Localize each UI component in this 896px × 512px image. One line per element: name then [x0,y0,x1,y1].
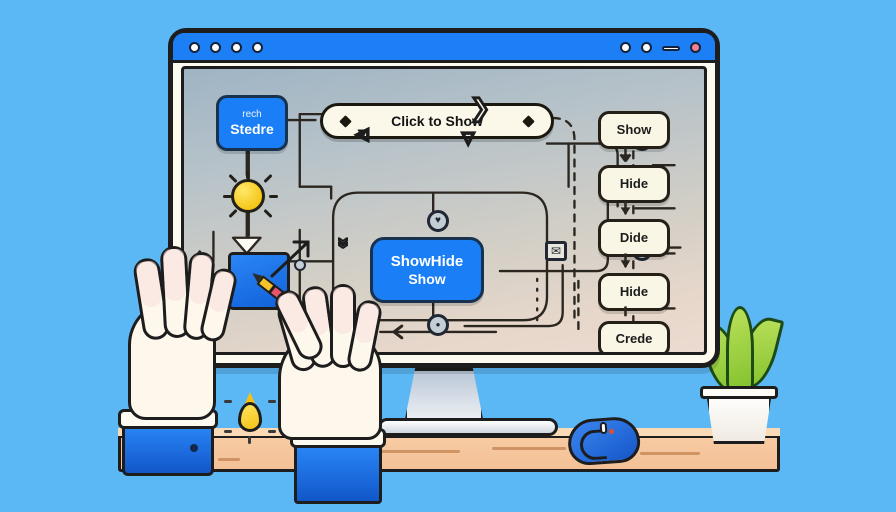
bulb-ray [223,195,232,198]
banner-right-diamond [522,114,535,128]
node-stedre-label: Stedre [230,120,274,137]
mouse-led [609,429,614,434]
desk-grain [218,458,240,461]
left-cuff-button [190,444,198,452]
window-maximize-dot[interactable] [641,42,652,53]
node-showhide-label: ShowHide [390,253,464,271]
droplet-spark [224,400,232,403]
left-hand-cuff [122,424,214,476]
window-close-dot[interactable] [690,42,701,53]
lightbulb-icon [231,179,265,213]
desk-grain [492,447,566,450]
window-control-dot[interactable] [252,42,263,53]
chevron-icon: ❯ [469,95,491,122]
node-showhide-sub: Show [408,270,446,287]
window-dash-control[interactable] [662,46,680,51]
window-titlebar [173,33,715,63]
monitor-screen: rech Stedre Click to Show ShowHide Show [181,66,707,355]
bulb-ray [269,195,278,198]
dot-marker[interactable]: ● [427,314,449,336]
desk-grain [640,452,700,455]
bulb-ray [246,170,249,179]
node-showhide[interactable]: ShowHide Show [370,237,484,303]
heart-icon: ♥ [435,215,441,226]
monitor-neck [404,368,484,424]
node-show[interactable]: Show [598,111,670,149]
node-hide-1[interactable]: Hide [598,165,670,203]
right-hand-cuff [294,444,382,504]
triangle-down-icon: ▽ [461,130,475,148]
mouse-scroll-wheel[interactable] [599,421,608,435]
scene: rech Stedre Click to Show ShowHide Show [0,0,896,512]
envelope-marker[interactable]: ✉ [545,241,567,261]
plant-pot-rim [700,386,778,399]
droplet-spark [248,436,251,444]
yellow-droplet [238,402,262,432]
chevron-icon: » [332,236,356,249]
node-hide-1-label: Hide [619,175,649,191]
plant-leaf [726,306,754,392]
window-minimize-dot[interactable] [620,42,631,53]
droplet-spark [268,430,276,433]
plant-pot [706,392,772,444]
envelope-icon: ✉ [550,244,562,258]
dot-icon: ● [435,320,441,329]
node-hide-2[interactable]: Hide [598,273,670,311]
banner-left-diamond [339,114,352,128]
node-crede-label: Crede [615,330,653,346]
node-hide-2-label: Hide [619,283,649,299]
card-arrow-icon [270,240,310,278]
node-crede[interactable]: Crede [598,321,670,352]
node-stedre-sub: rech [242,109,262,121]
heart-marker[interactable]: ♥ [427,210,449,232]
triangle-left-icon: ◁ [355,126,369,144]
node-stedre[interactable]: rech Stedre [216,95,288,151]
window-control-dot[interactable] [231,42,242,53]
node-show-label: Show [616,121,652,137]
node-dide-label: Dide [619,229,649,245]
droplet-spark [268,400,276,403]
droplet-spark [224,430,232,433]
window-control-dot[interactable] [210,42,221,53]
window-control-dot[interactable] [189,42,200,53]
monitor: rech Stedre Click to Show ShowHide Show [168,28,720,368]
monitor-base [378,418,558,436]
node-dide[interactable]: Dide [598,219,670,257]
